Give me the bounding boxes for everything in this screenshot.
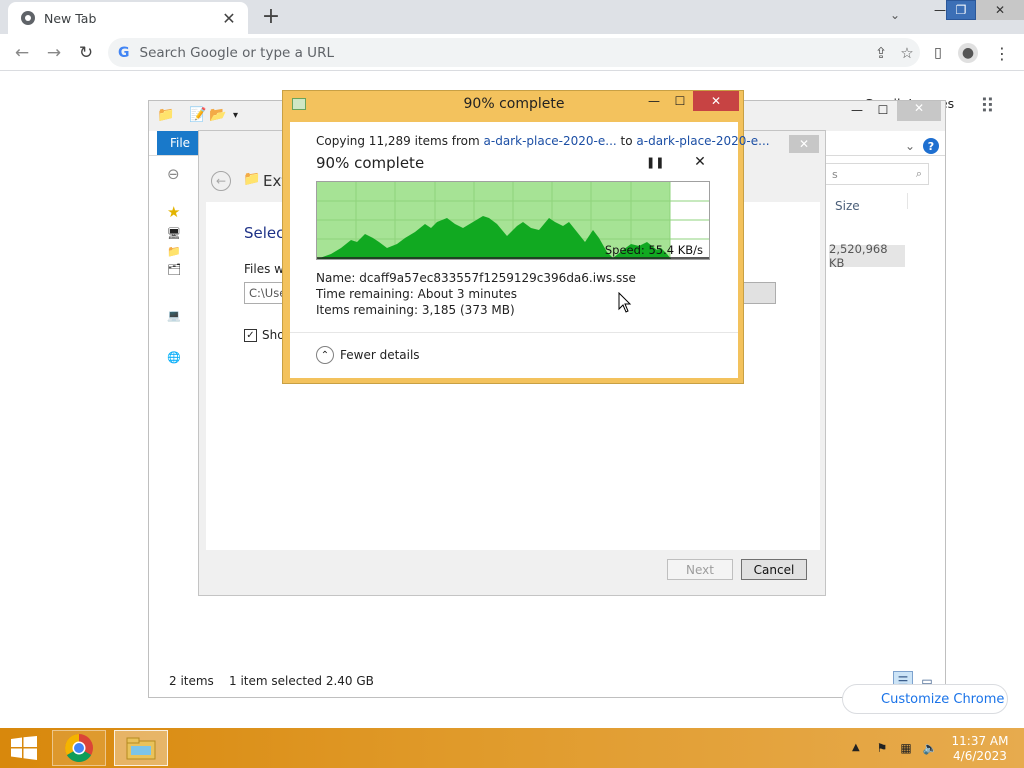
show-files-checkbox[interactable]: ✓ — [244, 329, 257, 342]
tray-clock[interactable]: 11:37 AM 4/6/2023 — [948, 734, 1012, 764]
destination-folder-link[interactable]: a-dark-place-2020-e... — [636, 134, 769, 148]
favorites-star-icon[interactable]: ★ — [167, 203, 180, 221]
back-arrow-icon[interactable]: ← — [10, 41, 34, 65]
folder-icon: 📁 — [157, 107, 175, 123]
window-close-button[interactable]: ✕ — [976, 0, 1024, 20]
copying-summary: Copying 11,289 items from a-dark-place-2… — [316, 134, 770, 148]
search-placeholder: s — [832, 167, 838, 181]
omnibox[interactable]: G Search Google or type a URL ⇪ ☆ — [108, 38, 920, 67]
compressed-folder-icon: 📁 — [243, 171, 261, 187]
cancel-button[interactable]: Cancel — [741, 559, 807, 580]
taskbar-file-explorer-app[interactable] — [114, 730, 168, 766]
new-tab-button[interactable]: + — [259, 4, 283, 29]
column-separator — [907, 193, 908, 209]
explorer-maximize-button[interactable]: ☐ — [871, 103, 895, 117]
transfer-speed-graph: Speed: 55.4 KB/s — [316, 181, 710, 260]
clock-time: 11:37 AM — [951, 734, 1009, 748]
cancel-copy-close-icon[interactable]: ✕ — [692, 154, 708, 170]
ribbon-expand-chevron-icon[interactable]: ⌄ — [905, 139, 915, 153]
speed-readout: Speed: 55.4 KB/s — [604, 243, 703, 257]
status-selection: 1 item selected 2.40 GB — [229, 674, 374, 688]
profile-icon[interactable]: ● — [958, 43, 978, 63]
tab-close-icon[interactable]: ✕ — [220, 9, 238, 28]
quick-access-chevron-icon[interactable]: ▾ — [233, 110, 238, 121]
chevron-up-icon[interactable]: ⌃ — [316, 346, 334, 364]
help-icon[interactable]: ? — [923, 138, 939, 154]
share-icon[interactable]: ⇪ — [868, 44, 894, 62]
files-destination-label: Files wi — [244, 262, 288, 276]
search-icon[interactable]: ⌕ — [916, 167, 922, 181]
volume-muted-icon[interactable]: 🔈 — [922, 740, 938, 756]
copy-minimize-button[interactable]: — — [641, 91, 667, 111]
fewer-details-button[interactable]: ⌃ Fewer details — [316, 346, 420, 364]
new-folder-icon[interactable]: 📂 — [209, 107, 226, 123]
file-explorer-icon — [126, 737, 156, 760]
chrome-tabstrip: New Tab ✕ + ⌄ — ❐ ✕ — [0, 0, 1024, 34]
items-remaining: Items remaining: 3,185 (373 MB) — [316, 303, 515, 317]
chrome-icon — [65, 734, 93, 762]
navigation-pane: ⊖ ★ 🖥 📁 🗂 💻 🌐 — [157, 157, 201, 407]
copy-dialog-body: Copying 11,289 items from a-dark-place-2… — [290, 122, 770, 378]
status-item-count: 2 items — [169, 674, 214, 688]
network-tray-icon[interactable]: ▦ — [898, 740, 914, 756]
this-pc-icon[interactable]: 💻 — [167, 309, 181, 322]
wizard-back-arrow-icon[interactable]: ← — [211, 171, 231, 191]
clock-date: 4/6/2023 — [953, 749, 1007, 763]
customize-chrome-button[interactable]: Customize Chrome — [842, 684, 1008, 714]
fewer-details-label[interactable]: Fewer details — [340, 348, 420, 362]
desktop-icon[interactable]: 🖥 — [167, 227, 181, 240]
copy-close-button[interactable]: ✕ — [693, 91, 739, 111]
copying-to-text: to — [616, 134, 637, 148]
wizard-heading: Selec — [244, 224, 285, 242]
tab-search-chevron-icon[interactable]: ⌄ — [890, 8, 900, 22]
omnibox-placeholder[interactable]: Search Google or type a URL — [140, 45, 869, 61]
taskbar: ▲ ⚑ ▦ 🔈 11:37 AM 4/6/2023 — [0, 728, 1024, 768]
tab-title: New Tab — [44, 10, 97, 26]
recent-places-icon[interactable]: 🗂 — [167, 263, 181, 276]
mouse-cursor-icon — [618, 292, 632, 313]
properties-icon[interactable]: 📝 — [189, 107, 206, 123]
reload-icon[interactable]: ↻ — [74, 41, 98, 65]
current-file-name: Name: dcaff9a57ec833557f1259129c396da6.i… — [316, 271, 636, 285]
downloads-folder-icon[interactable]: 📁 — [167, 245, 181, 258]
wizard-close-button[interactable]: ✕ — [789, 135, 819, 153]
chrome-toolbar: ← → ↻ G Search Google or type a URL ⇪ ☆ … — [0, 34, 1024, 71]
back-arrow-icon[interactable]: ⊖ — [167, 165, 180, 183]
column-header-size[interactable]: Size — [835, 199, 860, 213]
chrome-favicon-icon — [21, 11, 35, 25]
star-icon[interactable]: ☆ — [894, 44, 920, 62]
file-size-cell[interactable]: 2,520,968 KB — [829, 242, 905, 270]
search-input[interactable]: s ⌕ — [825, 163, 929, 185]
sidepanel-icon[interactable]: ▯ — [928, 43, 948, 63]
source-folder-link[interactable]: a-dark-place-2020-e... — [484, 134, 617, 148]
window-restore-button[interactable]: ❐ — [946, 0, 976, 20]
explorer-minimize-button[interactable]: — — [845, 103, 869, 117]
copying-prefix: Copying 11,289 items from — [316, 134, 484, 148]
google-g-icon: G — [118, 44, 130, 61]
ribbon-right-controls: ⌄ ? — [825, 131, 945, 161]
action-center-flag-icon[interactable]: ⚑ — [874, 740, 890, 756]
taskbar-chrome-app[interactable] — [52, 730, 106, 766]
details-divider — [290, 332, 738, 333]
menu-icon[interactable]: ⋮ — [992, 43, 1012, 63]
percent-complete-label: 90% complete — [316, 154, 425, 172]
tab-new-tab[interactable]: New Tab ✕ — [8, 2, 248, 34]
file-tab[interactable]: File — [157, 131, 203, 155]
next-button[interactable]: Next — [667, 559, 733, 580]
copy-maximize-button[interactable]: ☐ — [667, 91, 693, 111]
tray-overflow-chevron-icon[interactable]: ▲ — [852, 742, 860, 753]
customize-label[interactable]: Customize Chrome — [881, 692, 1004, 707]
pause-icon[interactable]: ❚❚ — [646, 156, 664, 169]
copy-progress-dialog: 90% complete — ☐ ✕ Copying 11,289 items … — [282, 90, 770, 384]
windows-logo-icon[interactable] — [10, 736, 38, 760]
network-icon[interactable]: 🌐 — [167, 351, 181, 364]
apps-grid-icon[interactable]: ⠿ — [980, 94, 995, 118]
forward-arrow-icon[interactable]: → — [42, 41, 66, 65]
time-remaining: Time remaining: About 3 minutes — [316, 287, 517, 301]
explorer-close-button[interactable]: ✕ — [897, 101, 941, 121]
